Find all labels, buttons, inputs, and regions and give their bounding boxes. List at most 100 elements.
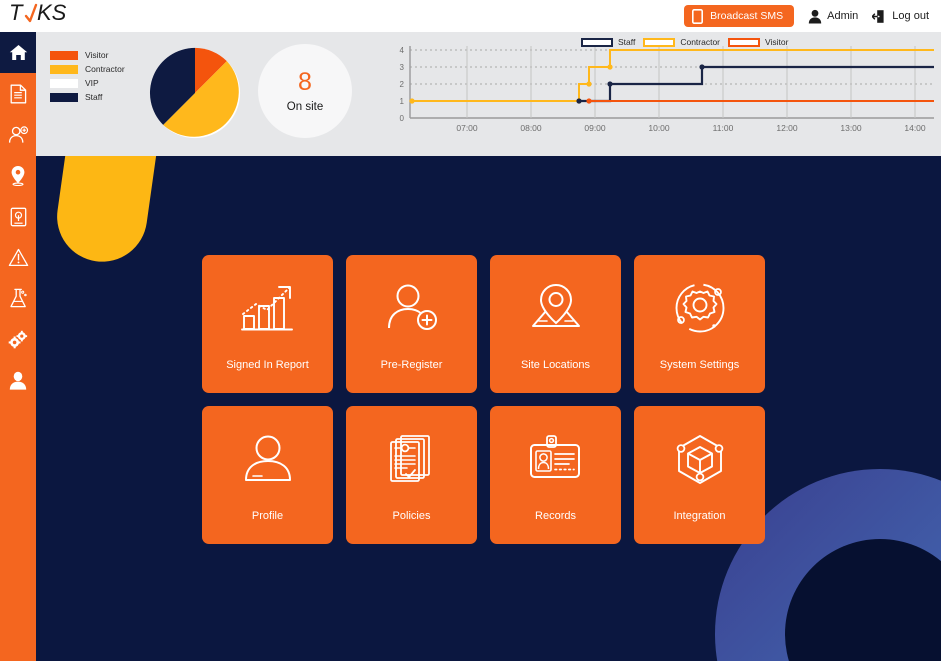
id-card-icon <box>528 428 584 490</box>
sidebar-item-reports[interactable] <box>0 73 36 114</box>
sidebar-item-lab[interactable] <box>0 278 36 319</box>
user-icon <box>808 9 822 23</box>
occupancy-timeline-chart: Staff Contractor Visitor 4 3 2 1 0 07:00… <box>386 32 941 156</box>
broadcast-sms-button[interactable]: Broadcast SMS <box>684 5 795 27</box>
dashboard-page: T KS Broadcast SMS Admin Log out Visitor… <box>0 0 941 661</box>
sidebar-item-profile[interactable] <box>0 360 36 401</box>
admin-user-menu[interactable]: Admin <box>808 9 858 24</box>
legend-label-contractor: Contractor <box>85 64 125 74</box>
sidebar-item-alerts[interactable] <box>0 237 36 278</box>
admin-label: Admin <box>827 10 859 22</box>
y-tick-4: 4 <box>400 46 405 55</box>
bar-chart-growth-icon <box>240 277 296 339</box>
sidebar-item-records[interactable] <box>0 196 36 237</box>
gear-circle-icon <box>672 277 728 339</box>
quick-action-tiles: Signed In Report Pre-Register Site Locat… <box>202 255 765 544</box>
person-icon <box>9 371 27 390</box>
sidebar-item-home[interactable] <box>0 32 36 73</box>
y-tick-3: 3 <box>400 63 405 72</box>
tile-label: Signed In Report <box>226 359 309 371</box>
left-sidebar <box>0 32 36 661</box>
decorative-capsule-shape <box>51 156 163 268</box>
line-chart-legend: Staff Contractor Visitor <box>581 37 788 47</box>
tile-signed-in-report[interactable]: Signed In Report <box>202 255 333 393</box>
x-tick-1100: 11:00 <box>713 123 734 133</box>
legend-item: Contractor <box>50 64 125 74</box>
logout-button[interactable]: Log out <box>872 9 929 24</box>
tile-system-settings[interactable]: System Settings <box>634 255 765 393</box>
app-logo[interactable]: T KS <box>9 0 87 32</box>
legend-swatch-visitor <box>50 50 78 60</box>
tile-label: Integration <box>673 510 726 522</box>
legend-item: Staff <box>50 92 125 102</box>
legend-swatch-vip <box>50 78 78 88</box>
logout-icon <box>872 9 884 23</box>
x-tick-0700: 07:00 <box>456 123 478 133</box>
legend-item: Visitor <box>50 50 125 60</box>
broadcast-sms-label: Broadcast SMS <box>710 10 784 22</box>
x-tick-0900: 09:00 <box>584 123 606 133</box>
tile-records[interactable]: Records <box>490 406 621 544</box>
x-tick-1400: 14:00 <box>904 123 926 133</box>
tile-site-locations[interactable]: Site Locations <box>490 255 621 393</box>
logout-label: Log out <box>892 10 929 22</box>
mobile-phone-icon <box>692 8 704 24</box>
map-pin-location-icon <box>528 277 584 339</box>
legend-label-vip: VIP <box>85 78 99 88</box>
on-site-count: 8 <box>298 67 312 96</box>
flask-icon <box>9 288 27 308</box>
pie-chart-legend: Visitor Contractor VIP Staff <box>50 50 125 102</box>
id-badge-icon <box>10 207 26 226</box>
gears-icon <box>8 330 27 349</box>
legend-label-staff: Staff <box>85 92 103 102</box>
document-icon <box>10 84 26 103</box>
dashboard-summary-strip: Visitor Contractor VIP Staff 8 On site S… <box>36 32 941 156</box>
warning-triangle-icon <box>8 248 28 267</box>
x-tick-1200: 12:00 <box>776 123 798 133</box>
person-icon <box>240 428 296 490</box>
tile-label: System Settings <box>659 359 740 371</box>
x-tick-0800: 08:00 <box>520 123 542 133</box>
tile-label: Records <box>535 510 576 522</box>
y-tick-2: 2 <box>400 80 405 89</box>
tile-policies[interactable]: Policies <box>346 406 477 544</box>
top-header-bar: T KS Broadcast SMS Admin Log out <box>0 0 941 32</box>
legend-item: Visitor <box>728 37 788 47</box>
documents-stack-icon <box>384 428 440 490</box>
user-add-icon <box>384 277 440 339</box>
user-add-icon <box>8 125 28 143</box>
legend-item: Contractor <box>643 37 720 47</box>
x-tick-1300: 13:00 <box>840 123 862 133</box>
series-line-contractor <box>412 49 934 102</box>
tile-integration[interactable]: Integration <box>634 406 765 544</box>
main-content-area: Signed In Report Pre-Register Site Locat… <box>36 156 941 661</box>
tiks-logo-icon: T KS <box>9 0 67 25</box>
tile-label: Site Locations <box>520 359 591 371</box>
tile-pre-register[interactable]: Pre-Register <box>346 255 477 393</box>
tile-label: Profile <box>251 510 284 522</box>
legend-label-visitor: Visitor <box>85 50 109 60</box>
header-actions: Broadcast SMS Admin Log out <box>684 5 941 27</box>
sidebar-item-site-locations[interactable] <box>0 155 36 196</box>
sidebar-item-settings[interactable] <box>0 319 36 360</box>
pie-chart-icon <box>149 47 241 139</box>
sidebar-item-pre-register[interactable] <box>0 114 36 155</box>
legend-swatch-staff <box>581 37 613 47</box>
x-tick-1000: 10:00 <box>648 123 670 133</box>
home-icon <box>9 45 27 60</box>
legend-swatch-staff <box>50 92 78 102</box>
y-tick-1: 1 <box>400 97 405 106</box>
hexagon-cube-icon <box>672 428 728 490</box>
on-site-counter: 8 On site <box>258 44 352 138</box>
line-chart-plot: 4 3 2 1 0 07:00 08:00 09:00 10:00 11:00 … <box>400 46 934 133</box>
tile-label: Pre-Register <box>380 359 443 371</box>
legend-swatch-visitor <box>728 37 761 47</box>
tile-profile[interactable]: Profile <box>202 406 333 544</box>
occupancy-pie-chart <box>146 44 244 147</box>
legend-label-contractor: Contractor <box>680 37 721 47</box>
tile-label: Policies <box>392 510 431 522</box>
legend-item: VIP <box>50 78 125 88</box>
on-site-label: On site <box>286 100 324 113</box>
legend-swatch-contractor <box>643 37 676 47</box>
legend-label-staff: Staff <box>618 37 636 47</box>
